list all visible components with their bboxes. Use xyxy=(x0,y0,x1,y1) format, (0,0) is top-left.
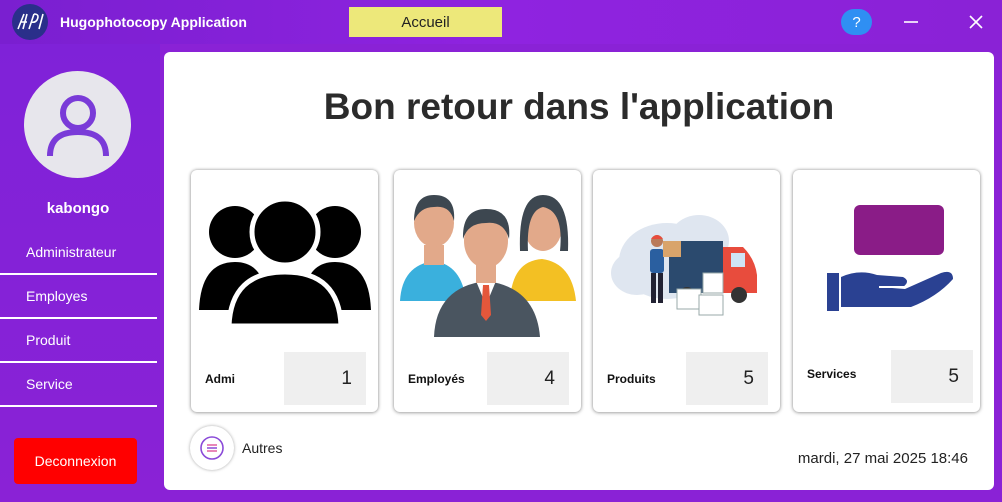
admin-card[interactable]: Admi 1 xyxy=(191,170,378,412)
card-label: Services xyxy=(807,367,857,381)
card-label: Admi xyxy=(205,372,235,386)
minimize-icon xyxy=(904,21,918,23)
card-count: 5 xyxy=(891,350,973,403)
card-label: Produits xyxy=(607,372,656,386)
sidebar-item-produit[interactable]: Produit xyxy=(0,319,157,363)
username: kabongo xyxy=(46,200,110,217)
delivery-truck-icon xyxy=(598,182,775,342)
close-button[interactable] xyxy=(961,8,991,36)
app-title: Hugophotocopy Application xyxy=(60,14,247,30)
sidebar-item-employes[interactable]: Employes xyxy=(0,275,157,319)
minimize-button[interactable] xyxy=(896,8,926,36)
sidebar: kabongo Administrateur Employes Produit … xyxy=(0,44,160,502)
app-logo-icon xyxy=(12,4,48,40)
employees-group-icon xyxy=(399,178,576,340)
datetime: mardi, 27 mai 2025 18:46 xyxy=(797,450,968,467)
user-icon xyxy=(46,94,109,156)
page-title: Bon retour dans l'application xyxy=(323,86,835,127)
logout-button[interactable]: Deconnexion xyxy=(14,438,137,484)
employees-card[interactable]: Employés 4 xyxy=(394,170,581,412)
title-bar: Hugophotocopy Application Accueil ? xyxy=(0,0,1002,44)
autres-label[interactable]: Autres xyxy=(242,440,282,456)
users-silhouette-icon xyxy=(196,182,373,342)
avatar xyxy=(24,71,131,178)
main-panel: Bon retour dans l'application Admi 1 Emp… xyxy=(164,52,994,490)
sidebar-item-administrateur[interactable]: Administrateur xyxy=(0,231,157,275)
hand-service-icon xyxy=(798,182,975,342)
help-button[interactable]: ? xyxy=(841,9,872,35)
card-label: Employés xyxy=(408,372,465,386)
products-card[interactable]: Produits 5 xyxy=(593,170,780,412)
list-icon xyxy=(200,436,224,460)
card-count: 1 xyxy=(284,352,366,405)
services-card[interactable]: Services 5 xyxy=(793,170,980,412)
close-icon xyxy=(969,15,983,29)
home-button[interactable]: Accueil xyxy=(349,7,502,37)
card-count: 5 xyxy=(686,352,768,405)
sidebar-item-service[interactable]: Service xyxy=(0,363,157,407)
autres-button[interactable] xyxy=(190,426,234,470)
card-count: 4 xyxy=(487,352,569,405)
